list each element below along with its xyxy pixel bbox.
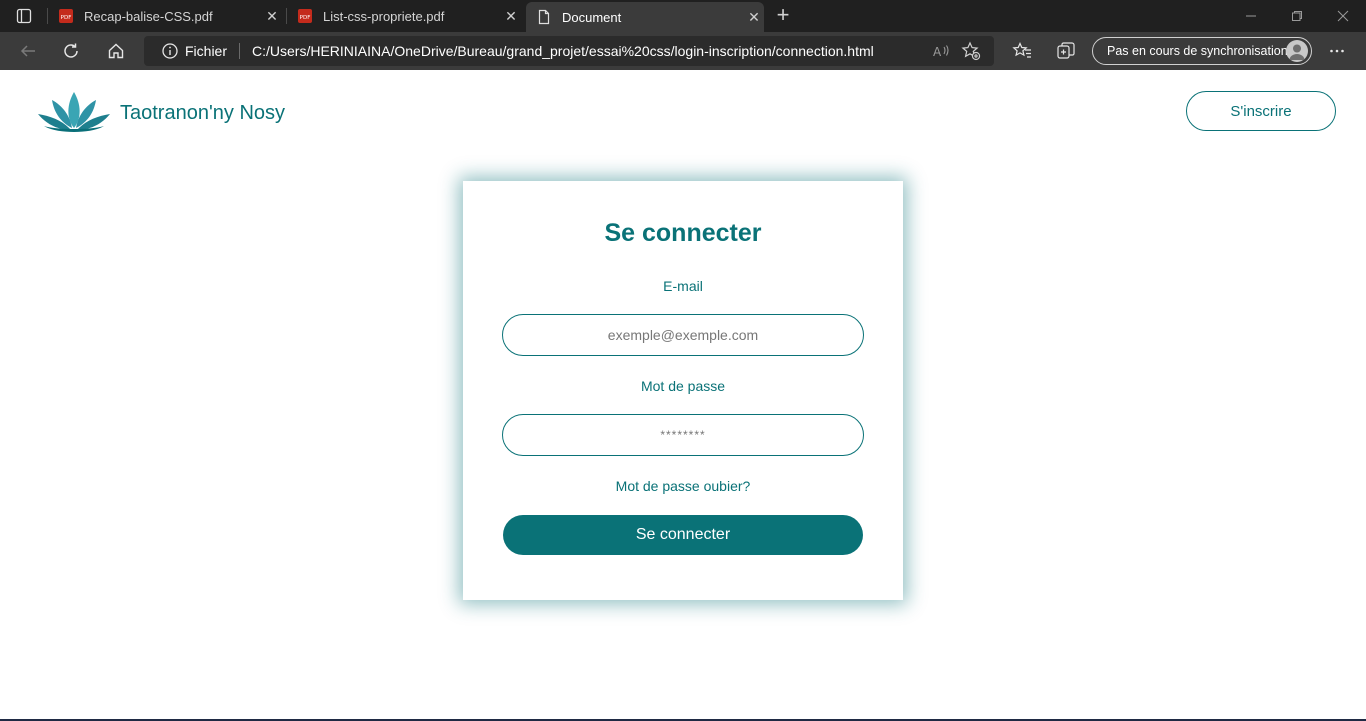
close-window-icon[interactable] [1320,0,1366,32]
document-icon [536,9,552,25]
back-arrow-icon[interactable] [13,36,43,66]
tab-title: List-css-propriete.pdf [323,8,445,24]
email-label: E-mail [663,278,703,294]
login-title: Se connecter [604,219,762,247]
close-tab-icon[interactable]: ✕ [262,8,282,25]
email-field[interactable]: exemple@exemple.com [502,314,864,356]
minimize-icon[interactable] [1228,0,1274,32]
avatar [1286,40,1308,62]
browser-toolbar: Fichier C:/Users/HERINIAINA/OneDrive/Bur… [0,32,1366,70]
address-bar[interactable]: Fichier C:/Users/HERINIAINA/OneDrive/Bur… [144,36,994,66]
tab-separator [47,8,48,24]
browser-tab-bar: PDF Recap-balise-CSS.pdf ✕ PDF List-css-… [0,0,1366,32]
password-label: Mot de passe [640,378,726,394]
collections-icon[interactable] [1051,36,1081,66]
svg-text:PDF: PDF [61,15,72,21]
tab-recap-balise[interactable]: PDF Recap-balise-CSS.pdf ✕ [58,0,282,32]
tab-title: Recap-balise-CSS.pdf [84,8,213,24]
brand[interactable]: Taotranon'ny Nosy [36,88,285,139]
sync-status-label: Pas en cours de synchronisation [1107,44,1288,58]
login-card: Se connecter E-mail exemple@exemple.com … [463,181,903,600]
profile-sync-button[interactable]: Pas en cours de synchronisation [1092,37,1312,65]
info-icon[interactable] [161,42,179,60]
close-tab-icon[interactable]: ✕ [501,8,521,25]
tab-separator [286,8,287,24]
close-tab-icon[interactable]: ✕ [744,9,764,26]
svg-text:PDF: PDF [300,15,311,21]
page-content: Taotranon'ny Nosy S'inscrire Se connecte… [0,70,1366,721]
restore-icon[interactable] [1274,0,1320,32]
tab-actions-icon[interactable] [10,7,38,25]
favorites-icon[interactable] [1007,36,1037,66]
pdf-icon: PDF [58,8,74,24]
signup-button[interactable]: S'inscrire [1186,91,1336,131]
more-menu-icon[interactable] [1322,36,1352,66]
pdf-icon: PDF [297,8,313,24]
scheme-label: Fichier [185,43,228,59]
svg-text:A: A [933,45,942,59]
new-tab-button[interactable]: + [772,4,794,27]
url-text[interactable]: C:/Users/HERINIAINA/OneDrive/Bureau/gran… [252,43,926,59]
add-favorite-icon[interactable] [956,36,986,66]
brand-name: Taotranon'ny Nosy [120,102,286,124]
login-submit-button[interactable]: Se connecter [503,515,863,555]
refresh-icon[interactable] [56,36,86,66]
tab-title: Document [562,9,622,25]
lotus-logo-icon [36,88,112,139]
read-aloud-icon[interactable]: A [926,36,956,66]
forgot-password-link[interactable]: Mot de passe oubier? [463,478,903,494]
password-field[interactable]: ******** [502,414,864,456]
tab-document[interactable]: Document ✕ [526,2,764,32]
tab-list-css[interactable]: PDF List-css-propriete.pdf ✕ [297,0,521,32]
home-icon[interactable] [101,36,131,66]
address-divider [239,43,241,59]
